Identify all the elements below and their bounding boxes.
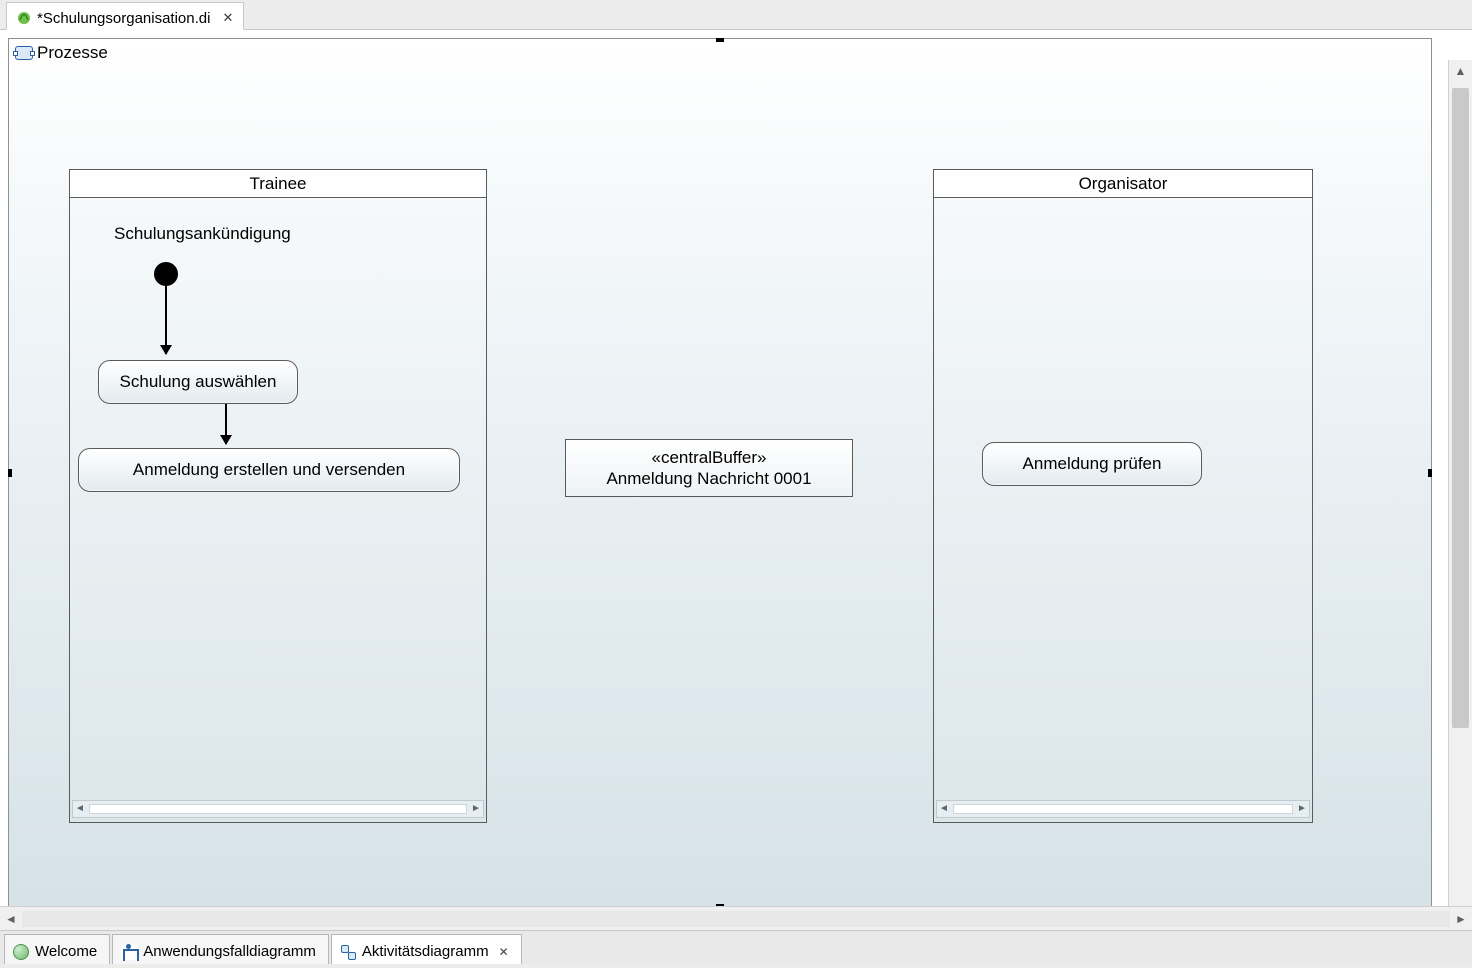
action-create-send-label: Anmeldung erstellen und versenden (133, 460, 405, 480)
scroll-thumb[interactable] (89, 804, 467, 814)
tab-activity-diagram[interactable]: Aktivitätsdiagramm ✕ (331, 934, 522, 964)
tab-activity-label: Aktivitätsdiagramm (362, 943, 489, 960)
partition-organisator[interactable]: Organisator Anmeldung prüfen ◄ ► (933, 169, 1313, 823)
vscroll-thumb[interactable] (1452, 88, 1469, 728)
scroll-thumb[interactable] (953, 804, 1293, 814)
tab-welcome-label: Welcome (35, 943, 97, 960)
tab-usecase-diagram[interactable]: Anwendungsfalldiagramm (112, 934, 329, 964)
scroll-right-icon[interactable]: ► (1450, 907, 1472, 930)
papyrus-file-icon (17, 11, 31, 25)
activity-icon (15, 46, 33, 60)
hscroll-thumb[interactable] (22, 911, 1450, 927)
tab-usecase-label: Anwendungsfalldiagramm (143, 943, 316, 960)
action-select-training-label: Schulung auswählen (120, 372, 277, 392)
editor-tab-bar: *Schulungsorganisation.di ✕ (0, 0, 1472, 30)
initial-node-label[interactable]: Schulungsankündigung (114, 224, 291, 244)
editor-tab-label: *Schulungsorganisation.di (37, 10, 210, 27)
activity-title-label: Prozesse (37, 43, 108, 63)
control-flow-1[interactable] (165, 286, 167, 354)
hscroll-track[interactable] (22, 911, 1450, 927)
partition-trainee-header[interactable]: Trainee (70, 170, 486, 198)
close-tab-icon[interactable]: ✕ (495, 945, 509, 959)
selection-handle-right[interactable] (1428, 469, 1432, 477)
partition-organisator-header[interactable]: Organisator (934, 170, 1312, 198)
app-root: *Schulungsorganisation.di ✕ Prozesse Tra… (0, 0, 1472, 968)
selection-handle-left[interactable] (8, 469, 12, 477)
canvas-wrapper: Prozesse Trainee Schulungsankündigung Sc… (8, 38, 1432, 908)
selection-handle-top[interactable] (716, 38, 724, 42)
close-tab-icon[interactable]: ✕ (216, 10, 233, 26)
control-flow-2[interactable] (225, 404, 227, 444)
diagram-canvas[interactable]: Prozesse Trainee Schulungsankündigung Sc… (8, 38, 1432, 908)
action-select-training[interactable]: Schulung auswählen (98, 360, 298, 404)
central-buffer-stereotype: «centralBuffer» (652, 447, 767, 468)
scroll-up-icon[interactable]: ▲ (1449, 60, 1472, 82)
initial-node[interactable] (154, 262, 178, 286)
activity-diagram-icon (340, 944, 356, 960)
action-check-registration-label: Anmeldung prüfen (1023, 454, 1162, 474)
scroll-left-icon[interactable]: ◄ (0, 907, 22, 930)
welcome-icon (13, 944, 29, 960)
scroll-right-icon[interactable]: ► (469, 802, 483, 816)
diagram-tab-bar: Welcome Anwendungsfalldiagramm Aktivität… (0, 930, 1472, 964)
editor-tab-active[interactable]: *Schulungsorganisation.di ✕ (6, 2, 244, 30)
scroll-left-icon[interactable]: ◄ (73, 802, 87, 816)
action-create-send-registration[interactable]: Anmeldung erstellen und versenden (78, 448, 460, 492)
activity-title[interactable]: Prozesse (15, 43, 108, 63)
editor-vertical-scrollbar[interactable]: ▲ ▼ (1448, 60, 1472, 936)
central-buffer-node[interactable]: «centralBuffer» Anmeldung Nachricht 0001 (565, 439, 853, 497)
partition-trainee[interactable]: Trainee Schulungsankündigung Schulung au… (69, 169, 487, 823)
partition-organisator-hscroll[interactable]: ◄ ► (936, 800, 1310, 818)
tab-welcome[interactable]: Welcome (4, 934, 110, 964)
editor-viewport: Prozesse Trainee Schulungsankündigung Sc… (0, 30, 1472, 928)
scroll-left-icon[interactable]: ◄ (937, 802, 951, 816)
partition-trainee-hscroll[interactable]: ◄ ► (72, 800, 484, 818)
usecase-diagram-icon (121, 944, 137, 960)
action-check-registration[interactable]: Anmeldung prüfen (982, 442, 1202, 486)
scroll-right-icon[interactable]: ► (1295, 802, 1309, 816)
central-buffer-label: Anmeldung Nachricht 0001 (606, 468, 811, 489)
editor-horizontal-scrollbar[interactable]: ◄ ► (0, 906, 1472, 930)
